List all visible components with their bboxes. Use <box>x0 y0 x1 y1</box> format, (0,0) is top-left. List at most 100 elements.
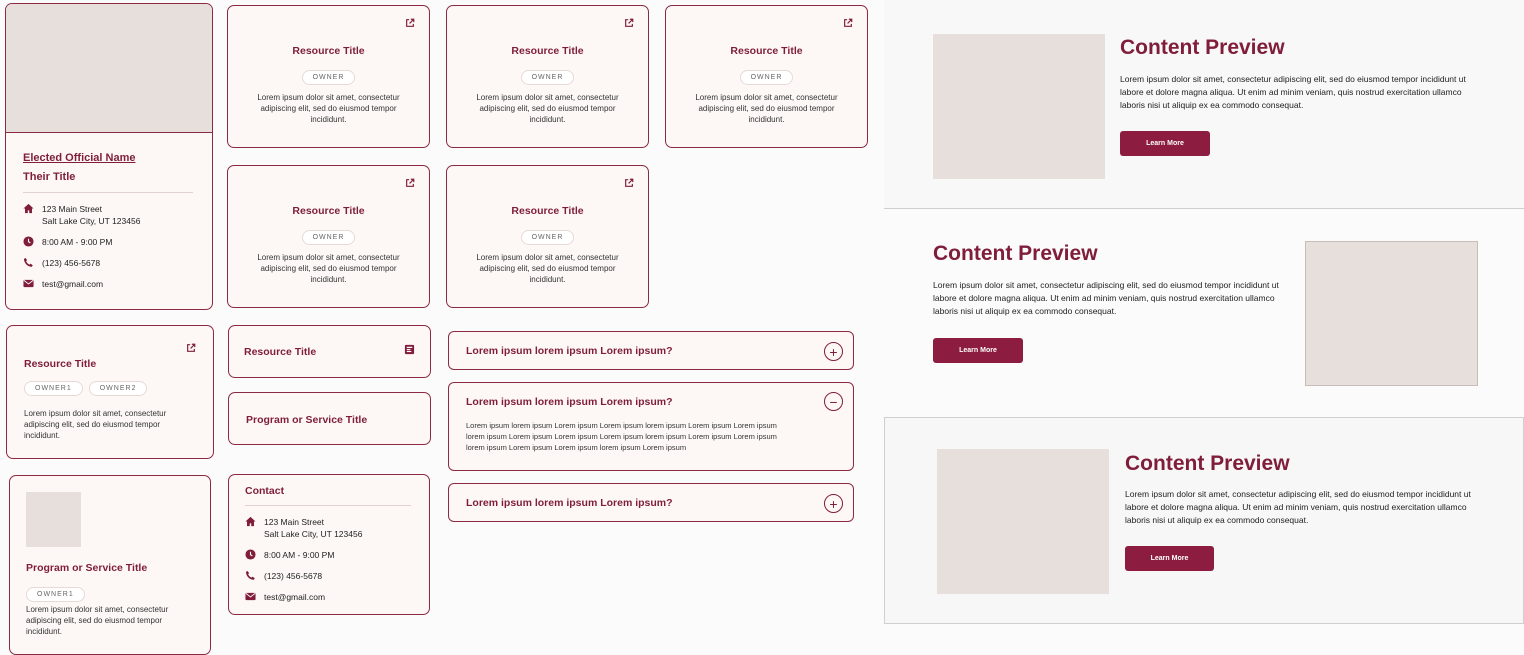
resource-card-left[interactable]: Resource Title OWNER1 OWNER2 Lorem ipsum… <box>6 325 214 459</box>
external-link-icon[interactable] <box>405 18 415 28</box>
accordion-item[interactable]: Lorem ipsum lorem ipsum Lorem ipsum? + <box>448 331 854 370</box>
official-title: Their Title <box>23 171 76 183</box>
expand-icon[interactable]: + <box>824 494 843 513</box>
accordion-question[interactable]: Lorem ipsum lorem ipsum Lorem ipsum? <box>466 497 673 509</box>
accordion-item[interactable]: Lorem ipsum lorem ipsum Lorem ipsum? + <box>448 483 854 522</box>
resource-title: Resource Title <box>292 45 365 57</box>
content-preview-panel: Content Preview Lorem ipsum dolor sit am… <box>884 417 1524 624</box>
email-link[interactable]: test@gmail.com <box>264 591 325 603</box>
content-preview-title: Content Preview <box>933 242 1098 265</box>
program-link-card[interactable]: Program or Service Title <box>228 392 431 445</box>
address-line2: Salt Lake City, UT 123456 <box>264 529 363 539</box>
accordion-question[interactable]: Lorem ipsum lorem ipsum Lorem ipsum? <box>466 345 673 357</box>
expand-icon[interactable]: + <box>824 342 843 361</box>
email-link[interactable]: test@gmail.com <box>42 278 103 290</box>
home-icon <box>245 516 256 527</box>
clock-icon <box>23 236 34 247</box>
resource-title: Resource Title <box>292 205 365 217</box>
contact-list: 123 Main Street Salt Lake City, UT 123456… <box>245 516 425 603</box>
phone-link[interactable]: (123) 456-5678 <box>42 257 100 269</box>
hours-row: 8:00 AM - 9:00 PM <box>245 549 425 561</box>
program-description: Lorem ipsum dolor sit amet, consectetur … <box>26 605 169 636</box>
preview-image-placeholder <box>933 34 1105 179</box>
preview-image-placeholder <box>1305 241 1478 386</box>
mail-icon <box>245 591 256 602</box>
owner-pill: OWNER <box>520 230 575 245</box>
owner-pill: OWNER <box>739 70 794 85</box>
resource-description: Lorem ipsum dolor sit amet, consectetur … <box>476 253 619 284</box>
owner1-pill: OWNER1 <box>26 587 85 602</box>
accordion-answer: Lorem ipsum lorem ipsum Lorem ipsum Lore… <box>466 421 777 452</box>
elected-official-card: Elected Official Name Their Title 123 Ma… <box>5 3 213 310</box>
accordion-item-expanded[interactable]: Lorem ipsum lorem ipsum Lorem ipsum? − L… <box>448 382 854 471</box>
official-photo-placeholder <box>6 4 212 133</box>
phone-row: (123) 456-5678 <box>245 570 425 582</box>
resource-description: Lorem ipsum dolor sit amet, consectetur … <box>476 93 619 124</box>
resource-card[interactable]: Resource Title OWNER Lorem ipsum dolor s… <box>227 5 430 148</box>
resource-description: Lorem ipsum dolor sit amet, consectetur … <box>695 93 838 124</box>
program-image-placeholder <box>26 492 81 547</box>
content-preview-panel: Content Preview Lorem ipsum dolor sit am… <box>884 209 1524 417</box>
address-line2: Salt Lake City, UT 123456 <box>42 216 141 226</box>
contact-card: Contact 123 Main Street Salt Lake City, U… <box>228 474 430 615</box>
resource-title: Resource Title <box>511 205 584 217</box>
official-contact-list: 123 Main Street Salt Lake City, UT 123456… <box>23 203 203 290</box>
phone-link[interactable]: (123) 456-5678 <box>264 570 322 582</box>
official-name-link[interactable]: Elected Official Name <box>23 152 136 164</box>
learn-more-button[interactable]: Learn More <box>1120 131 1210 156</box>
resource-description: Lorem ipsum dolor sit amet, consectetur … <box>257 93 400 124</box>
learn-more-button[interactable]: Learn More <box>933 338 1023 363</box>
resource-card[interactable]: Resource Title OWNER Lorem ipsum dolor s… <box>227 165 430 308</box>
content-preview-title: Content Preview <box>1120 36 1285 59</box>
content-preview-text: Lorem ipsum dolor sit amet, consectetur … <box>933 280 1279 316</box>
address-row: 123 Main Street Salt Lake City, UT 123456 <box>245 516 425 540</box>
content-preview-title: Content Preview <box>1125 452 1290 475</box>
owner-pill: OWNER <box>301 230 356 245</box>
content-preview-text: Lorem ipsum dolor sit amet, consectetur … <box>1125 489 1471 525</box>
program-card[interactable]: Program or Service Title OWNER1 Lorem ip… <box>9 475 211 655</box>
phone-row: (123) 456-5678 <box>23 257 203 269</box>
resource-title: Resource Title <box>24 358 97 370</box>
clock-icon <box>245 549 256 560</box>
external-link-icon[interactable] <box>405 178 415 188</box>
resource-description: Lorem ipsum dolor sit amet, consectetur … <box>24 409 167 440</box>
resource-title: Resource Title <box>511 45 584 57</box>
divider <box>245 505 411 506</box>
external-link-icon[interactable] <box>624 18 634 28</box>
owner-pill: OWNER <box>301 70 356 85</box>
mail-icon <box>23 278 34 289</box>
resource-card[interactable]: Resource Title OWNER Lorem ipsum dolor s… <box>446 165 649 308</box>
resource-description: Lorem ipsum dolor sit amet, consectetur … <box>257 253 400 284</box>
resource-title: Resource Title <box>730 45 803 57</box>
owner1-pill: OWNER1 <box>24 381 83 396</box>
phone-icon <box>245 570 256 581</box>
address-line1: 123 Main Street <box>42 204 103 214</box>
hours-text: 8:00 AM - 9:00 PM <box>42 237 113 247</box>
hours-row: 8:00 AM - 9:00 PM <box>23 236 203 248</box>
email-row: test@gmail.com <box>245 591 425 603</box>
content-preview-panel: Content Preview Lorem ipsum dolor sit am… <box>884 0 1524 209</box>
external-link-icon[interactable] <box>186 343 196 353</box>
address-row: 123 Main Street Salt Lake City, UT 123456 <box>23 203 203 227</box>
program-title: Program or Service Title <box>246 414 368 426</box>
collapse-icon[interactable]: − <box>824 392 843 411</box>
program-title: Program or Service Title <box>26 562 148 574</box>
email-row: test@gmail.com <box>23 278 203 290</box>
owner-pill: OWNER <box>520 70 575 85</box>
contact-heading: Contact <box>245 485 285 497</box>
learn-more-button[interactable]: Learn More <box>1125 546 1214 571</box>
resource-link-card[interactable]: Resource Title <box>228 325 431 378</box>
resource-card[interactable]: Resource Title OWNER Lorem ipsum dolor s… <box>446 5 649 148</box>
home-icon <box>23 203 34 214</box>
owner-pills: OWNER1 OWNER2 <box>24 381 148 396</box>
resource-card[interactable]: Resource Title OWNER Lorem ipsum dolor s… <box>665 5 868 148</box>
external-link-icon[interactable] <box>843 18 853 28</box>
preview-image-placeholder <box>937 449 1109 594</box>
content-preview-text: Lorem ipsum dolor sit amet, consectetur … <box>1120 74 1466 110</box>
address-line1: 123 Main Street <box>264 517 325 527</box>
document-icon <box>404 344 415 355</box>
phone-icon <box>23 257 34 268</box>
accordion-question[interactable]: Lorem ipsum lorem ipsum Lorem ipsum? <box>466 396 673 408</box>
external-link-icon[interactable] <box>624 178 634 188</box>
resource-title: Resource Title <box>244 346 317 358</box>
